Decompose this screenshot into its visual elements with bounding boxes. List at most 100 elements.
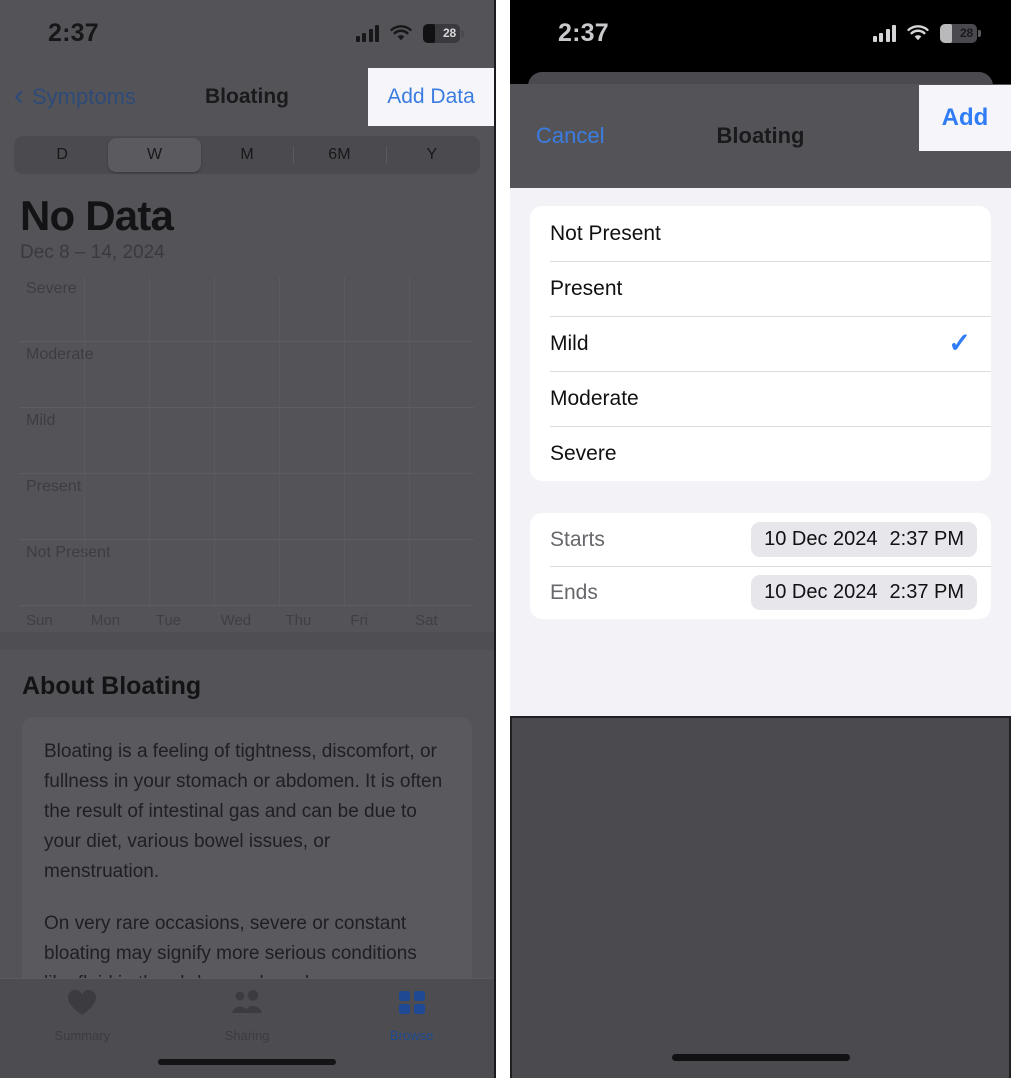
option-moderate-label: Moderate [550, 386, 639, 410]
battery-level-label: 28 [443, 26, 456, 40]
chart-vertical-gridlines [20, 474, 474, 539]
time-range-segmented-control[interactable]: D W M 6M Y [14, 136, 480, 174]
add-data-button[interactable]: Add Data [368, 68, 494, 126]
tab-browse-label: Browse [390, 1028, 434, 1043]
add-button[interactable]: Add [919, 85, 1011, 151]
home-indicator [671, 1054, 850, 1061]
option-not-present-label: Not Present [550, 221, 661, 245]
option-severe[interactable]: Severe [530, 426, 991, 481]
right-screen: 2:37 28 Cancel Bloating Add Not Present … [510, 0, 1011, 1078]
severity-options-card: Not Present Present Mild ✓ Moderate Seve… [530, 206, 991, 481]
add-data-sheet: Cancel Bloating Add Not Present Present … [510, 84, 1011, 1078]
checkmark-icon: ✓ [948, 328, 971, 358]
chart-ylabel-mild: Mild [26, 412, 56, 429]
chart-xtick-sun: Sun [26, 612, 53, 629]
tab-browse[interactable]: Browse [329, 989, 494, 1078]
chart-xtick-wed: Wed [220, 612, 252, 629]
battery-level-label: 28 [960, 26, 973, 40]
chart-row-not-present: Not Present [20, 540, 474, 606]
segment-d-label: D [56, 146, 68, 163]
nav-bar-left: ‹ Symptoms Bloating Add Data [0, 66, 494, 128]
cellular-signal-icon [355, 24, 379, 42]
ends-label: Ends [550, 580, 598, 604]
starts-row: Starts 10 Dec 2024 2:37 PM [530, 513, 991, 566]
chart-row-present: Present [20, 474, 474, 540]
chart-row-severe: Severe [20, 276, 474, 342]
option-mild-label: Mild [550, 331, 589, 355]
chart-x-axis: Sun Mon Tue Wed Thu Fri Sat [20, 612, 474, 629]
back-button-label: Symptoms [32, 84, 136, 109]
segment-m[interactable]: M [201, 138, 293, 172]
chart-xtick-thu: Thu [285, 612, 312, 629]
option-not-present[interactable]: Not Present [530, 206, 991, 261]
chart-ylabel-not-present: Not Present [26, 544, 111, 561]
home-indicator [158, 1059, 336, 1065]
wifi-icon [390, 24, 412, 42]
wifi-icon [907, 24, 929, 42]
option-severe-label: Severe [550, 441, 617, 465]
left-screen: 2:37 28 ‹ Symptoms Bloating Add Data D W… [0, 0, 496, 1078]
segment-6m[interactable]: 6M [293, 138, 385, 172]
ends-datetime-picker[interactable]: 10 Dec 2024 2:37 PM [751, 575, 977, 610]
status-bar-indicators: 28 [872, 23, 981, 43]
status-bar-right: 2:37 28 [510, 0, 1011, 66]
chart-xtick-sat: Sat [415, 612, 438, 629]
dimmed-backdrop[interactable] [510, 716, 1011, 1078]
chevron-left-icon: ‹ [14, 78, 24, 112]
back-button-symptoms[interactable]: ‹ Symptoms [14, 78, 136, 112]
option-mild[interactable]: Mild ✓ [530, 316, 991, 371]
section-divider [0, 632, 494, 650]
battery-icon: 28 [423, 23, 464, 43]
about-card: Bloating is a feeling of tightness, disc… [22, 717, 472, 1019]
segment-w-label: W [147, 146, 163, 163]
status-bar-time: 2:37 [558, 18, 609, 47]
chart-ylabel-present: Present [26, 478, 82, 495]
about-section-title: About Bloating [22, 672, 202, 700]
starts-time-value[interactable]: 2:37 PM [890, 528, 964, 551]
chart-value: No Data [20, 192, 174, 239]
add-button-label: Add [941, 104, 989, 131]
add-data-button-label: Add Data [387, 85, 475, 108]
segment-d[interactable]: D [16, 138, 108, 172]
sheet-content: Not Present Present Mild ✓ Moderate Seve… [510, 188, 1011, 619]
tab-summary[interactable]: Summary [0, 989, 165, 1078]
chart-vertical-gridlines [20, 408, 474, 473]
heart-icon [67, 989, 97, 1021]
cellular-signal-icon [872, 24, 896, 42]
status-bar-indicators: 28 [355, 23, 464, 43]
chart-section: No Data Dec 8 – 14, 2024 Severe Moderate… [0, 174, 494, 629]
segment-w[interactable]: W [108, 138, 201, 172]
about-paragraph-1: Bloating is a feeling of tightness, disc… [44, 741, 443, 882]
ends-time-value[interactable]: 2:37 PM [890, 581, 964, 604]
chart-date-range: Dec 8 – 14, 2024 [20, 242, 165, 263]
chart-ylabel-severe: Severe [26, 280, 77, 297]
time-range-segmented-control-wrap: D W M 6M Y [0, 128, 494, 174]
cancel-button[interactable]: Cancel [536, 123, 604, 149]
chart-xtick-mon: Mon [90, 612, 121, 629]
segment-y[interactable]: Y [385, 138, 478, 172]
ends-date-value[interactable]: 10 Dec 2024 [764, 581, 877, 604]
ends-row: Ends 10 Dec 2024 2:37 PM [530, 566, 991, 619]
segment-m-label: M [240, 146, 254, 163]
about-section: About Bloating Bloating is a feeling of … [0, 650, 494, 1019]
chart-xtick-fri: Fri [350, 612, 368, 629]
status-bar-time: 2:37 [48, 18, 99, 47]
chart-xtick-tue: Tue [155, 612, 182, 629]
status-bar-left: 2:37 28 [0, 0, 494, 66]
option-present[interactable]: Present [530, 261, 991, 316]
screenshot-root: 2:37 28 ‹ Symptoms Bloating Add Data D W… [0, 0, 1011, 1078]
people-icon [229, 989, 265, 1021]
option-present-label: Present [550, 276, 623, 300]
symptom-chart: Severe Moderate Mild Present Not Present [20, 276, 474, 629]
segment-y-label: Y [426, 146, 438, 163]
grid-icon [397, 989, 427, 1021]
starts-label: Starts [550, 527, 605, 551]
tab-sharing-label: Sharing [224, 1028, 270, 1043]
chart-vertical-gridlines [20, 276, 474, 341]
chart-row-moderate: Moderate [20, 342, 474, 408]
option-moderate[interactable]: Moderate [530, 371, 991, 426]
battery-icon: 28 [940, 23, 981, 43]
starts-date-value[interactable]: 10 Dec 2024 [764, 528, 877, 551]
date-range-card: Starts 10 Dec 2024 2:37 PM Ends 10 Dec 2… [530, 513, 991, 619]
starts-datetime-picker[interactable]: 10 Dec 2024 2:37 PM [751, 522, 977, 557]
